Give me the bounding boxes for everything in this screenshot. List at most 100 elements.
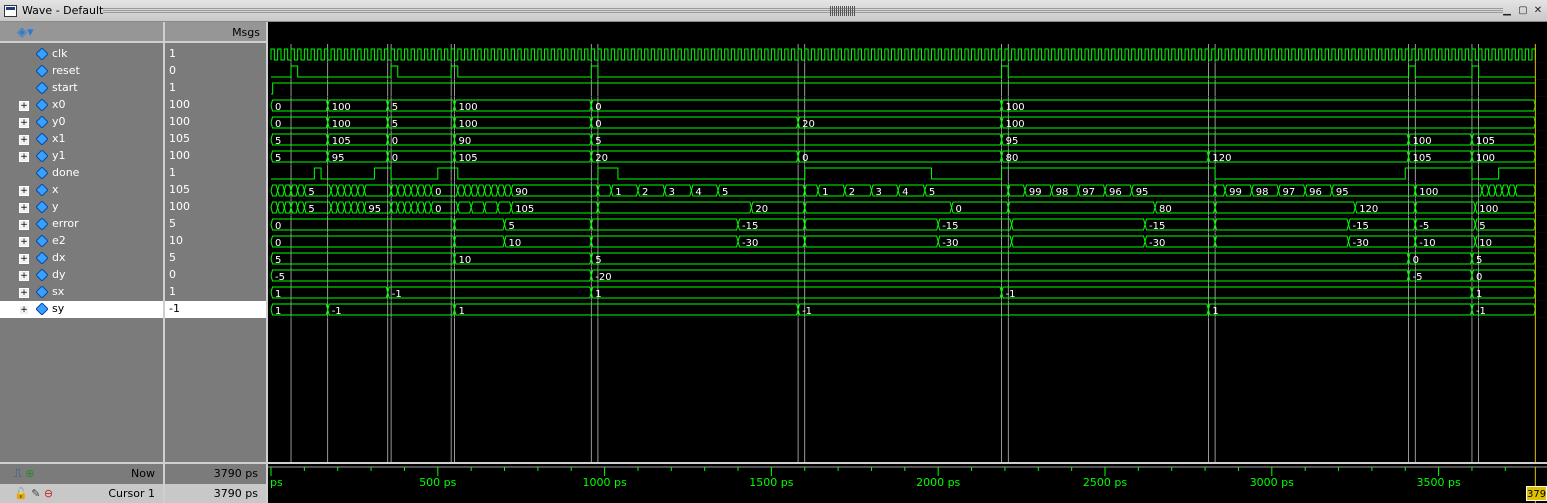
bus-segment xyxy=(590,252,1410,265)
signal-value-row-start[interactable]: 1 xyxy=(165,80,266,97)
signal-name: sy xyxy=(52,302,65,315)
signal-value-row-x[interactable]: 105 xyxy=(165,182,266,199)
signal-row-sy[interactable]: + sy xyxy=(0,301,163,318)
signal-value-row-done[interactable]: 1 xyxy=(165,165,266,182)
expand-icon[interactable]: + xyxy=(19,186,29,196)
signal-row-e2[interactable]: + e2 xyxy=(0,233,163,250)
bus-value-label: 5 xyxy=(275,153,281,164)
waveform-canvas[interactable]: 0 100 5 100 0 1000 100 5 100 0 20 1005 105 0 90 5 95 100 1… xyxy=(268,22,1547,462)
signal-value-row-sy[interactable]: -1 xyxy=(165,301,266,318)
bus-value-label: 0 xyxy=(275,102,281,113)
signal-value-row-x1[interactable]: 105 xyxy=(165,131,266,148)
expand-icon[interactable]: + xyxy=(19,237,29,247)
close-icon[interactable]: ✕ xyxy=(1531,4,1545,17)
expand-icon[interactable]: + xyxy=(19,101,29,111)
bus-segment xyxy=(1214,235,1350,248)
bus-value-label: 100 xyxy=(1479,204,1498,215)
lock-icon[interactable]: 🔓 xyxy=(14,487,28,500)
bus-value-label: 90 xyxy=(458,136,471,147)
signal-value-row-error[interactable]: 5 xyxy=(165,216,266,233)
bus-segment xyxy=(390,201,399,214)
expand-icon[interactable]: + xyxy=(19,220,29,230)
signal-row-x[interactable]: + x xyxy=(0,182,163,199)
bus-segment xyxy=(1001,286,1473,299)
add-wave-icon[interactable]: ⎍ xyxy=(14,467,22,480)
bus-segment xyxy=(717,184,806,197)
signal-diamond-icon xyxy=(36,269,48,281)
cursor-value-row[interactable]: 3790 ps xyxy=(165,484,266,503)
cursor-row-icons[interactable]: 🔓 ✎ ⊖ xyxy=(14,487,53,500)
bus-waveform-y0: 0 100 5 100 0 20 100 xyxy=(270,116,1536,130)
insert-cursor-icon[interactable]: ⊕ xyxy=(25,467,34,480)
bus-segment xyxy=(590,235,739,248)
bus-value-label: 99 xyxy=(1229,187,1242,198)
bus-segment xyxy=(1001,116,1536,129)
bus-segment xyxy=(403,184,412,197)
signal-value-row-e2[interactable]: 10 xyxy=(165,233,266,250)
clk-waveform xyxy=(270,48,1536,61)
signal-row-y1[interactable]: + y1 xyxy=(0,148,163,165)
signal-row-error[interactable]: + error xyxy=(0,216,163,233)
bus-value-label: 4 xyxy=(902,187,908,198)
now-row-icons[interactable]: ⎍ ⊕ xyxy=(14,467,34,481)
maximize-icon[interactable]: ▢ xyxy=(1516,4,1530,17)
signal-row-y0[interactable]: + y0 xyxy=(0,114,163,131)
titlebar-grip[interactable] xyxy=(103,8,1503,14)
signal-name: done xyxy=(52,166,80,179)
signal-value-row-x0[interactable]: 100 xyxy=(165,97,266,114)
minimize-icon[interactable]: ▁ xyxy=(1500,4,1514,17)
delete-cursor-icon[interactable]: ⊖ xyxy=(44,487,53,500)
signal-value: 0 xyxy=(169,268,176,281)
signal-row-clk[interactable]: clk xyxy=(0,46,163,63)
signal-diamond-icon xyxy=(36,184,48,196)
signal-value: 100 xyxy=(169,149,190,162)
signal-value-row-y1[interactable]: 100 xyxy=(165,148,266,165)
bus-segment xyxy=(504,184,512,197)
expand-icon[interactable]: + xyxy=(19,203,29,213)
reset-waveform xyxy=(271,65,1536,78)
ruler-label: ps xyxy=(270,476,283,489)
signal-row-sx[interactable]: + sx xyxy=(0,284,163,301)
bus-segment xyxy=(1514,184,1536,197)
signal-row-y[interactable]: + y xyxy=(0,199,163,216)
signal-value: 105 xyxy=(169,183,190,196)
bus-value-label: -1 xyxy=(392,289,402,300)
expand-icon[interactable]: + xyxy=(19,271,29,281)
bus-value-label: 98 xyxy=(1056,187,1069,198)
time-ruler-canvas[interactable]: ps 500 ps 1000 ps 1500 ps 2000 ps 2500 ps 3000… xyxy=(268,464,1547,503)
signal-value-row-y[interactable]: 100 xyxy=(165,199,266,216)
signal-row-reset[interactable]: reset xyxy=(0,63,163,80)
signal-value-row-dx[interactable]: 5 xyxy=(165,250,266,267)
signal-value-row-reset[interactable]: 0 xyxy=(165,63,266,80)
bus-value-label: 90 xyxy=(515,187,528,198)
time-ruler[interactable]: ps 500 ps 1000 ps 1500 ps 2000 ps 2500 ps 3000… xyxy=(268,464,1547,503)
bus-waveform-sx: 1 -1 1 -1 1 xyxy=(270,286,1536,300)
expand-icon[interactable]: + xyxy=(19,152,29,162)
bus-segment xyxy=(283,184,292,197)
signal-row-x0[interactable]: + x0 xyxy=(0,97,163,114)
bus-value-label: 5 xyxy=(308,204,314,215)
signal-value-row-y0[interactable]: 100 xyxy=(165,114,266,131)
titlebar-drag-handle[interactable] xyxy=(830,6,856,16)
signal-row-done[interactable]: done xyxy=(0,165,163,182)
waveform-pane[interactable]: 0 100 5 100 0 100 0 100 5 100 0 20 100 5 105 0 90 5 95 100 1… xyxy=(268,22,1547,462)
cursor-time-badge[interactable]: 3790 xyxy=(1526,486,1547,501)
expand-icon[interactable]: + xyxy=(19,288,29,298)
expand-icon[interactable]: + xyxy=(19,305,29,315)
signal-value-row-sx[interactable]: 1 xyxy=(165,284,266,301)
signal-row-x1[interactable]: + x1 xyxy=(0,131,163,148)
expand-icon[interactable]: + xyxy=(19,118,29,128)
signal-row-dy[interactable]: + dy xyxy=(0,267,163,284)
cursor-row[interactable]: 🔓 ✎ ⊖ Cursor 1 xyxy=(0,484,163,503)
expand-icon[interactable]: + xyxy=(19,135,29,145)
bus-segment xyxy=(453,303,799,316)
signal-name: reset xyxy=(52,64,80,77)
signals-dropdown-icon[interactable]: ◈▾ xyxy=(17,25,34,40)
edit-cursor-icon[interactable]: ✎ xyxy=(31,487,40,500)
expand-icon[interactable]: + xyxy=(19,254,29,264)
signal-value-row-clk[interactable]: 1 xyxy=(165,46,266,63)
signal-value-row-dy[interactable]: 0 xyxy=(165,267,266,284)
signal-row-start[interactable]: start xyxy=(0,80,163,97)
bus-segment xyxy=(1001,99,1536,112)
signal-row-dx[interactable]: + dx xyxy=(0,250,163,267)
